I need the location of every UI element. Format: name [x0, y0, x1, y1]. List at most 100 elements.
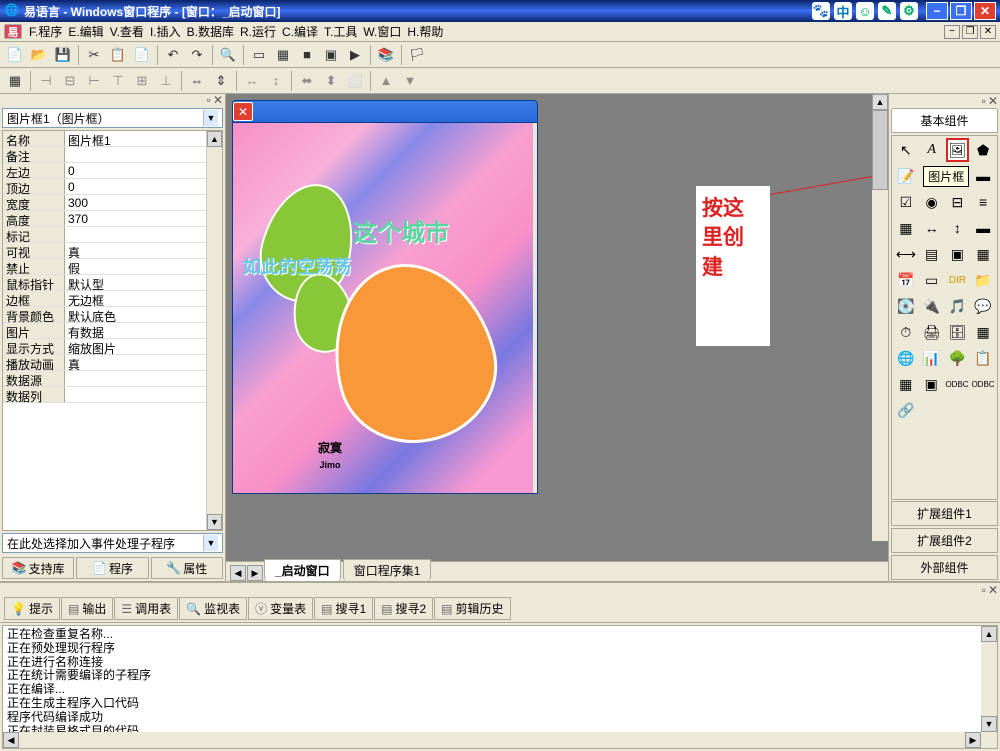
combo-tool-icon[interactable]: ⊟ — [946, 190, 970, 214]
property-value[interactable]: 默认底色 — [65, 307, 222, 322]
center-v-icon[interactable]: ⇕ — [210, 70, 232, 92]
code-icon[interactable]: ▦ — [272, 44, 294, 66]
redo-icon[interactable]: ↷ — [186, 44, 208, 66]
imagelist-tool-icon[interactable]: ▣ — [946, 242, 970, 266]
folder-tool-icon[interactable]: 📁 — [971, 268, 995, 292]
toback-icon[interactable]: ▼ — [399, 70, 421, 92]
odbc2-tool-icon[interactable]: ODBC — [971, 372, 995, 396]
align-vmid-icon[interactable]: ⊞ — [131, 70, 153, 92]
property-row[interactable]: 宽度300 — [3, 195, 222, 211]
property-value[interactable] — [65, 227, 222, 242]
tab-next-icon[interactable]: ▶ — [247, 565, 263, 581]
scroll-down-icon[interactable]: ▼ — [207, 514, 222, 530]
property-row[interactable]: 数据列 — [3, 387, 222, 403]
property-value[interactable]: 图片框1 — [65, 131, 222, 146]
tree-tool-icon[interactable]: 🌳 — [946, 346, 970, 370]
same-wh-icon[interactable]: ⬜ — [344, 70, 366, 92]
pointer-tool-icon[interactable]: ↖ — [894, 138, 918, 162]
hscroll-tool-icon[interactable]: ↔ — [920, 216, 944, 240]
db-tool-icon[interactable]: 🗄 — [946, 320, 970, 344]
same-w-icon[interactable]: ⬌ — [296, 70, 318, 92]
dropdown-icon[interactable]: ▼ — [203, 110, 218, 126]
label-tool-icon[interactable]: A — [920, 138, 944, 162]
close-button[interactable]: ✕ — [974, 2, 996, 20]
property-row[interactable]: 图片有数据 — [3, 323, 222, 339]
table-tool-icon[interactable]: ▦ — [971, 320, 995, 344]
program-button[interactable]: 📄 程序 — [76, 557, 148, 579]
property-row[interactable]: 顶边0 — [3, 179, 222, 195]
tab-callstack[interactable]: ☰调用表 — [114, 597, 178, 620]
date-tool-icon[interactable]: 📅 — [894, 268, 918, 292]
radio-tool-icon[interactable]: ◉ — [920, 190, 944, 214]
property-row[interactable]: 显示方式缩放图片 — [3, 339, 222, 355]
output-vscroll[interactable]: ▲▼ — [981, 626, 997, 748]
save-icon[interactable]: 💾 — [52, 44, 74, 66]
align-right-icon[interactable]: ⊢ — [83, 70, 105, 92]
external-components[interactable]: 外部组件 — [891, 555, 998, 580]
dialog-tool-icon[interactable]: 💬 — [971, 294, 995, 318]
menu-tools[interactable]: T.工具 — [321, 21, 360, 42]
ip-tool-icon[interactable]: ▭ — [920, 268, 944, 292]
menu-help[interactable]: H.帮助 — [404, 21, 446, 42]
property-row[interactable]: 左边0 — [3, 163, 222, 179]
property-value[interactable] — [65, 371, 222, 386]
vscroll-tool-icon[interactable]: ↕ — [946, 216, 970, 240]
designer-vscroll[interactable]: ▲ — [872, 94, 888, 541]
menu-run[interactable]: R.运行 — [237, 21, 279, 42]
tab-window-set[interactable]: 窗口程序集1 — [343, 559, 432, 581]
dir-tool-icon[interactable]: DIR — [946, 268, 970, 292]
align-center-icon[interactable]: ⊟ — [59, 70, 81, 92]
property-row[interactable]: 高度370 — [3, 211, 222, 227]
form-titlebar[interactable]: ✕ — [232, 100, 538, 123]
property-value[interactable] — [65, 387, 222, 402]
same-h-icon[interactable]: ⬍ — [320, 70, 342, 92]
scroll-right-icon[interactable]: ▶ — [965, 732, 981, 748]
mdi-close-button[interactable]: ✕ — [980, 25, 996, 39]
tab-output[interactable]: ▤输出 — [61, 597, 113, 620]
scroll-up-icon[interactable]: ▲ — [872, 94, 888, 110]
property-row[interactable]: 标记 — [3, 227, 222, 243]
output-content[interactable]: 正在检查重复名称...正在预处理现行程序正在进行名称连接正在统计需要编译的子程序… — [2, 625, 998, 749]
flag-icon[interactable]: 🏳 — [406, 44, 428, 66]
cut-icon[interactable]: ✂ — [83, 44, 105, 66]
pencil-icon[interactable]: ✎ — [878, 2, 896, 20]
property-value[interactable]: 无边框 — [65, 291, 222, 306]
property-row[interactable]: 播放动画真 — [3, 355, 222, 371]
checkbox-tool-icon[interactable]: ☑ — [894, 190, 918, 214]
property-value[interactable]: 有数据 — [65, 323, 222, 338]
property-row[interactable]: 备注 — [3, 147, 222, 163]
output-hscroll[interactable]: ◀▶ — [3, 732, 981, 748]
paste-icon[interactable]: 📄 — [131, 44, 153, 66]
property-row[interactable]: 可视真 — [3, 243, 222, 259]
media-tool-icon[interactable]: 🎵 — [946, 294, 970, 318]
tab-search1[interactable]: ▤搜寻1 — [314, 597, 373, 620]
property-value[interactable]: 0 — [65, 163, 222, 178]
scroll-down-icon[interactable]: ▼ — [981, 716, 997, 732]
slider-tool-icon[interactable]: ⟷ — [894, 242, 918, 266]
scroll-up-icon[interactable]: ▲ — [207, 131, 222, 147]
align-left-icon[interactable]: ⊣ — [35, 70, 57, 92]
property-value[interactable]: 默认型 — [65, 275, 222, 290]
print-tool-icon[interactable]: 🖨 — [920, 320, 944, 344]
button-tool-icon[interactable]: ▬ — [971, 164, 995, 188]
ole-tool-icon[interactable]: ▦ — [971, 242, 995, 266]
tab-hint[interactable]: 💡提示 — [4, 597, 60, 620]
property-row[interactable]: 数据源 — [3, 371, 222, 387]
menu-view[interactable]: V.查看 — [107, 21, 147, 42]
property-row[interactable]: 背景颜色默认底色 — [3, 307, 222, 323]
property-value[interactable] — [65, 147, 222, 162]
find-icon[interactable]: 🔍 — [217, 44, 239, 66]
scroll-up-icon[interactable]: ▲ — [981, 626, 997, 642]
drive-tool-icon[interactable]: 💽 — [894, 294, 918, 318]
dist-v-icon[interactable]: ↕ — [265, 70, 287, 92]
scroll-left-icon[interactable]: ◀ — [3, 732, 19, 748]
property-value[interactable]: 缩放图片 — [65, 339, 222, 354]
paw-icon[interactable]: 🐾 — [812, 2, 830, 20]
tab-watch[interactable]: 🔍监视表 — [179, 597, 247, 620]
support-lib-button[interactable]: 📚 支持库 — [2, 557, 74, 579]
net-tool-icon[interactable]: 🌐 — [894, 346, 918, 370]
grid-tool-icon[interactable]: ▦ — [894, 216, 918, 240]
tool2-icon[interactable]: ▣ — [920, 372, 944, 396]
form-icon[interactable]: ▭ — [248, 44, 270, 66]
property-value[interactable]: 真 — [65, 243, 222, 258]
